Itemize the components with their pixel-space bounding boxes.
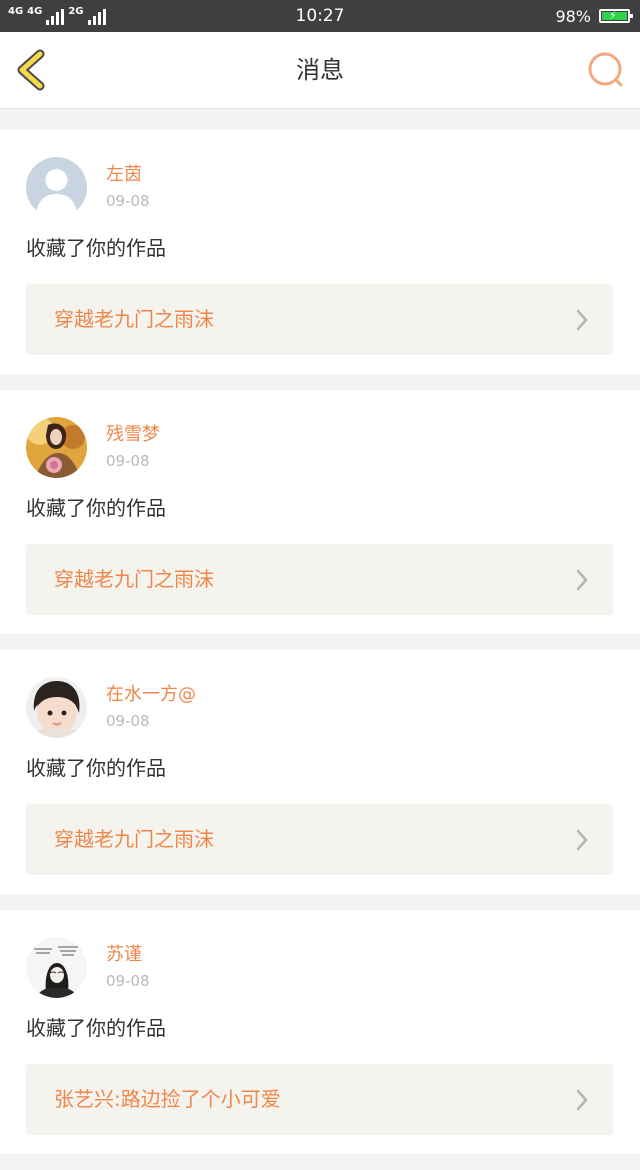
nav-header: 消息 [0,32,640,109]
user-photo [26,937,87,998]
user-name[interactable]: 苏谨 [106,943,142,967]
battery-percent: 98% [555,6,591,26]
message-date: 09-08 [106,972,150,990]
message-text: 收藏了你的作品 [26,1016,166,1040]
avatar[interactable] [26,677,87,738]
work-link[interactable]: 穿越老九门之雨沫 [26,544,613,615]
avatar[interactable] [26,157,87,218]
chevron-right-icon [576,829,588,851]
battery-icon: ⚡ [599,9,633,23]
message-text: 收藏了你的作品 [26,756,166,780]
user-name[interactable]: 残雪梦 [106,423,160,447]
user-photo [26,417,87,478]
chevron-right-icon [576,569,588,591]
message-date: 09-08 [106,192,150,210]
search-button[interactable] [586,50,626,90]
work-link[interactable]: 穿越老九门之雨沫 [26,284,613,355]
message-card: 残雪梦 09-08 收藏了你的作品 穿越老九门之雨沫 [0,390,640,634]
message-list: 左茵 09-08 收藏了你的作品 穿越老九门之雨沫 残雪梦 09-08 收藏了你… [0,130,640,1170]
avatar[interactable] [26,937,87,998]
message-date: 09-08 [106,712,150,730]
message-card: 在水一方@ 09-08 收藏了你的作品 穿越老九门之雨沫 [0,650,640,894]
default-avatar-icon [26,157,87,218]
status-bar: 4G 4G 2G 10:27 98% ⚡ [0,0,640,32]
page-title: 消息 [296,56,344,84]
message-text: 收藏了你的作品 [26,236,166,260]
work-title: 穿越老九门之雨沫 [54,307,214,331]
user-photo [26,677,87,738]
message-card: 左茵 09-08 收藏了你的作品 穿越老九门之雨沫 [0,130,640,374]
work-link[interactable]: 穿越老九门之雨沫 [26,804,613,875]
avatar[interactable] [26,417,87,478]
message-card: 苏谨 09-08 收藏了你的作品 张艺兴:路边捡了个小可爱 [0,910,640,1154]
message-text: 收藏了你的作品 [26,496,166,520]
search-icon [588,52,623,87]
work-title: 穿越老九门之雨沫 [54,827,214,851]
work-title: 穿越老九门之雨沫 [54,567,214,591]
user-name[interactable]: 在水一方@ [106,683,196,707]
clock: 10:27 [295,6,345,26]
work-link[interactable]: 张艺兴:路边捡了个小可爱 [26,1064,613,1135]
work-title: 张艺兴:路边捡了个小可爱 [54,1087,281,1111]
message-date: 09-08 [106,452,150,470]
battery-status: 98% ⚡ [555,5,633,27]
chevron-right-icon [576,1089,588,1111]
chevron-right-icon [576,309,588,331]
user-name[interactable]: 左茵 [106,163,142,187]
